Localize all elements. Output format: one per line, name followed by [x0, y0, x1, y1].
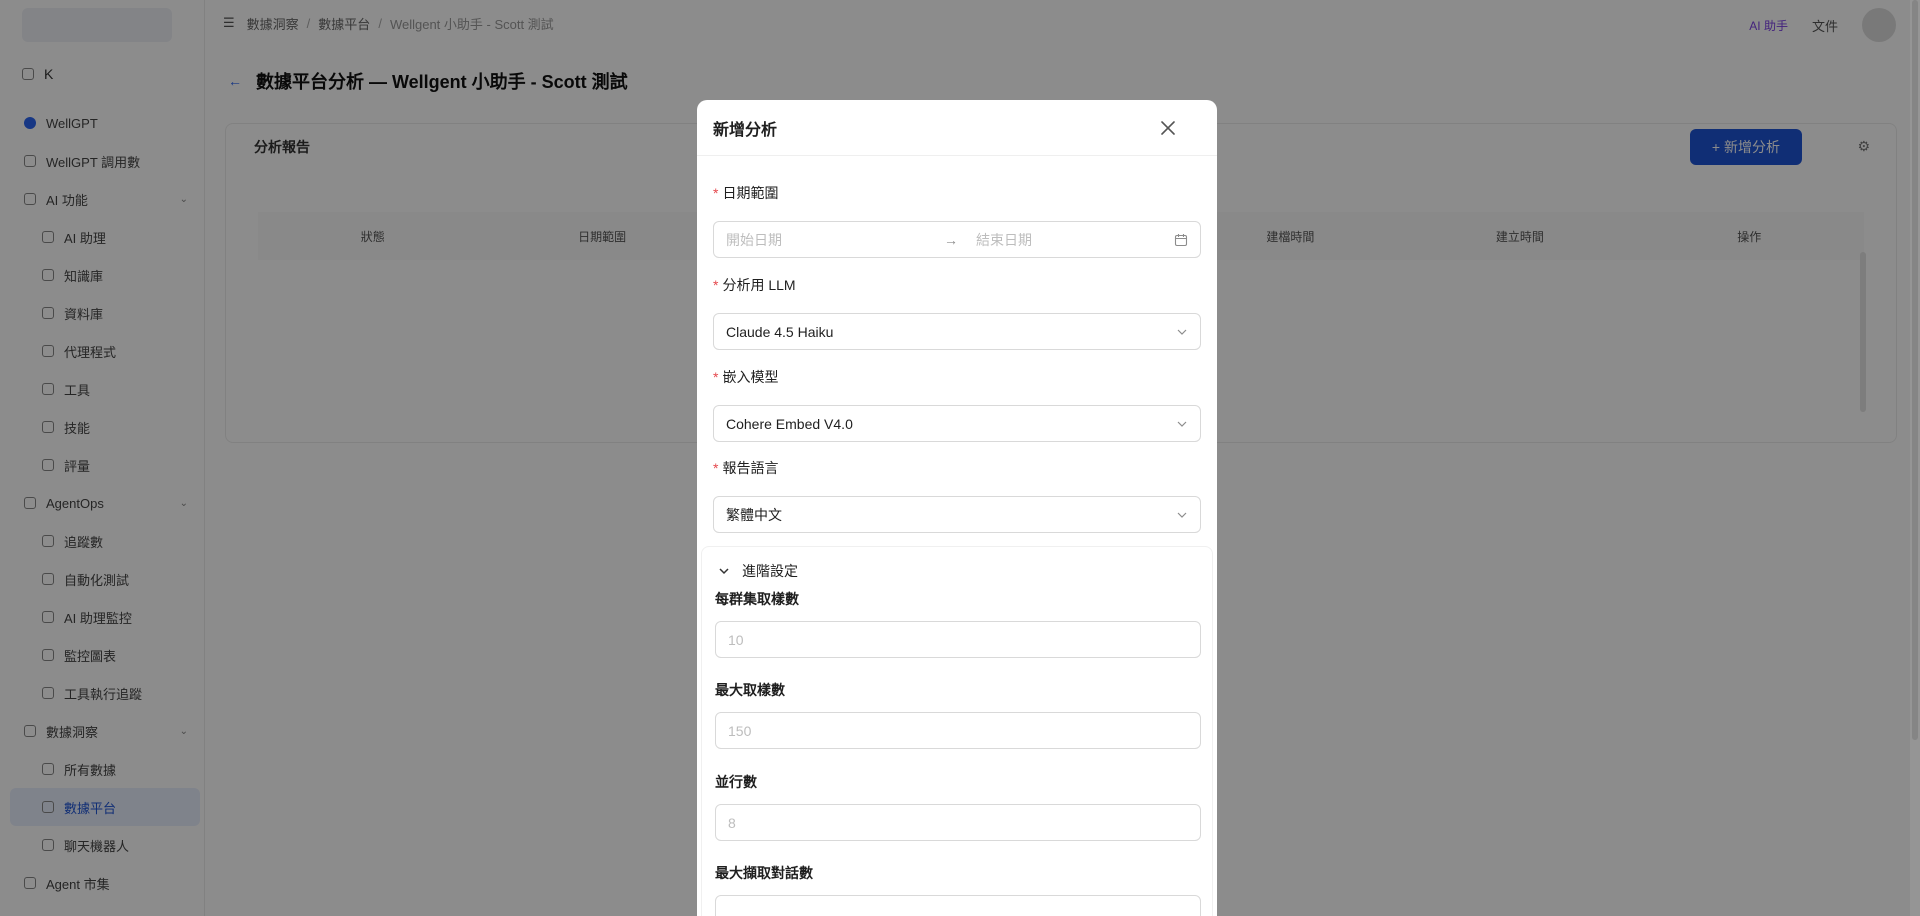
chevron-down-icon — [1177, 512, 1187, 518]
embedding-field: * 嵌入模型 Cohere Embed V4.0 — [713, 367, 1201, 442]
language-selected-value: 繁體中文 — [726, 506, 782, 523]
llm-selected-value: Claude 4.5 Haiku — [726, 323, 834, 340]
required-mark: * — [713, 369, 719, 385]
close-icon[interactable] — [1159, 119, 1177, 137]
modal-title: 新增分析 — [713, 121, 778, 139]
chevron-down-icon — [1177, 421, 1187, 427]
concurrency-field: 並行數 8 — [715, 772, 1201, 841]
calendar-icon — [1174, 234, 1188, 247]
required-mark: * — [713, 277, 719, 293]
max-samples-field: 最大取樣數 150 — [715, 680, 1201, 749]
date-range-picker[interactable]: 開始日期 → 結束日期 — [713, 221, 1201, 258]
samples-per-cluster-label: 每群集取樣數 — [715, 591, 799, 607]
max-conversations-field: 最大擷取對話數 — [715, 863, 1201, 916]
date-range-field: * 日期範圍 開始日期 → 結束日期 — [713, 183, 1201, 258]
modal-header: 新增分析 — [697, 100, 1217, 156]
advanced-settings-label: 進階設定 — [742, 563, 798, 579]
max-conversations-input[interactable] — [715, 895, 1201, 916]
samples-per-cluster-field: 每群集取樣數 10 — [715, 589, 1201, 658]
required-mark: * — [713, 185, 719, 201]
llm-select[interactable]: Claude 4.5 Haiku — [713, 313, 1201, 350]
llm-label: 分析用 LLM — [722, 277, 796, 293]
max-samples-input[interactable]: 150 — [715, 712, 1201, 749]
chevron-down-icon — [719, 568, 729, 575]
advanced-settings-panel: 進階設定 每群集取樣數 10 最大取樣數 150 並行數 8 最大擷取對話數 — [701, 546, 1213, 916]
concurrency-label: 並行數 — [715, 774, 757, 790]
scrollbar-thumb[interactable] — [1912, 0, 1918, 740]
embedding-label: 嵌入模型 — [722, 369, 779, 385]
language-label: 報告語言 — [722, 460, 779, 476]
embedding-select[interactable]: Cohere Embed V4.0 — [713, 405, 1201, 442]
embedding-selected-value: Cohere Embed V4.0 — [726, 415, 853, 432]
max-samples-label: 最大取樣數 — [715, 682, 785, 698]
add-analysis-modal: 新增分析 * 日期範圍 開始日期 → 結束日期 * 分析用 LLM Claude… — [697, 100, 1217, 916]
concurrency-input[interactable]: 8 — [715, 804, 1201, 841]
advanced-settings-toggle[interactable]: 進階設定 — [718, 561, 798, 581]
date-range-label: 日期範圍 — [722, 185, 779, 201]
language-field: * 報告語言 繁體中文 — [713, 458, 1201, 533]
required-mark: * — [713, 460, 719, 476]
chevron-down-icon — [1177, 329, 1187, 335]
page-scrollbar[interactable] — [1910, 0, 1920, 916]
llm-field: * 分析用 LLM Claude 4.5 Haiku — [713, 275, 1201, 350]
arrow-right-icon: → — [944, 231, 958, 248]
language-select[interactable]: 繁體中文 — [713, 496, 1201, 533]
end-date-input[interactable]: 結束日期 — [976, 230, 1032, 250]
samples-per-cluster-input[interactable]: 10 — [715, 621, 1201, 658]
max-conversations-label: 最大擷取對話數 — [715, 865, 813, 881]
start-date-input[interactable]: 開始日期 — [726, 230, 936, 250]
